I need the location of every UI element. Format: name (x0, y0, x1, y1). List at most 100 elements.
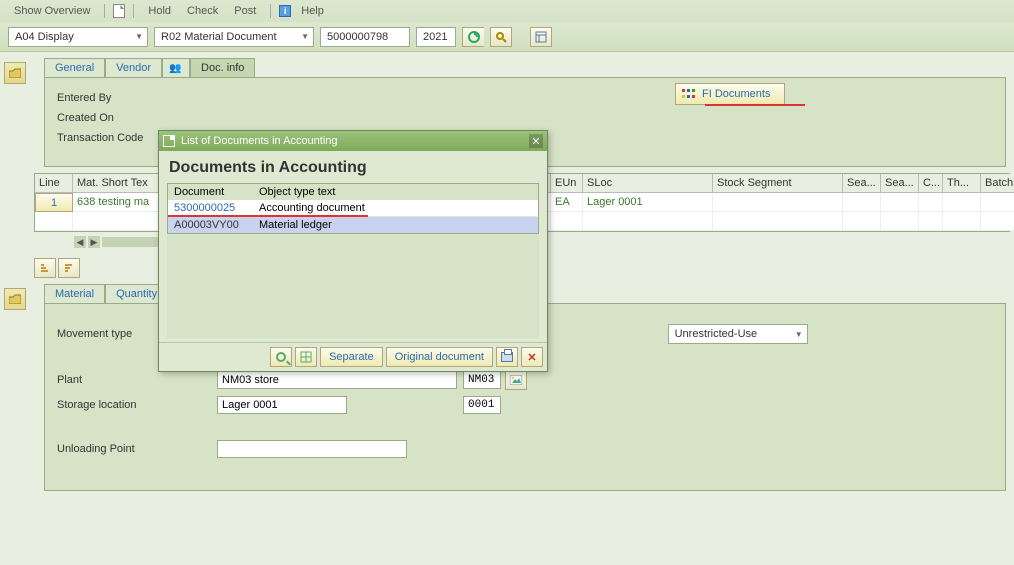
menu-hold[interactable]: Hold (142, 5, 177, 17)
deselect-all-button[interactable] (295, 347, 317, 367)
popup-titlebar[interactable]: List of Documents in Accounting ✕ (159, 131, 547, 151)
col-c[interactable]: C... (919, 174, 943, 193)
separator (104, 4, 105, 18)
scroll-left-icon[interactable]: ◀ (74, 236, 86, 248)
col-batch[interactable]: Batch (981, 174, 1014, 193)
popup-row-1-obj: Accounting document (253, 200, 538, 216)
scroll-right-icon[interactable]: ▶ (88, 236, 100, 248)
year-field[interactable]: 2021 (416, 27, 456, 47)
magnifier-icon (276, 352, 286, 362)
row1-sea2[interactable] (881, 193, 919, 212)
accounting-docs-popup: List of Documents in Accounting ✕ Docume… (158, 130, 548, 372)
menu-check[interactable]: Check (181, 5, 224, 17)
refdoc-dropdown[interactable]: R02 Material Document (154, 27, 314, 47)
label-entered-by: Entered By (57, 92, 167, 104)
selection-toolbar: A04 Display R02 Material Document 500000… (0, 22, 1014, 52)
popup-row-2[interactable]: A00003VY00 Material ledger (168, 217, 538, 233)
new-doc-icon[interactable] (113, 4, 125, 18)
popup-table-header: Document Object type text (168, 184, 538, 200)
tab-material[interactable]: Material (44, 284, 105, 303)
row1-batch[interactable] (981, 193, 1014, 212)
sort-desc-button[interactable] (58, 258, 80, 278)
popup-heading: Documents in Accounting (167, 159, 539, 183)
tab-vendor[interactable]: Vendor (105, 58, 162, 77)
col-sloc[interactable]: SLoc (583, 174, 713, 193)
row1-th[interactable] (943, 193, 981, 212)
col-eun[interactable]: EUn (551, 174, 583, 193)
popup-body: Documents in Accounting Document Object … (159, 151, 547, 342)
popup-title: List of Documents in Accounting (181, 135, 338, 147)
row-sloc: Storage location Lager 0001 0001 (57, 396, 993, 414)
docnum-field[interactable]: 5000000798 (320, 27, 410, 47)
popup-empty-area (167, 234, 539, 338)
popup-footer: Separate Original document ✕ (159, 342, 547, 371)
original-document-button[interactable]: Original document (386, 347, 493, 367)
col-sea2[interactable]: Sea... (881, 174, 919, 193)
stock-type-dropdown[interactable]: Unrestricted-Use (668, 324, 808, 344)
row-plant: Plant NM03 store NM03 (57, 370, 993, 390)
popup-close-button[interactable]: ✕ (529, 134, 543, 148)
label-tcode: Transaction Code (57, 132, 167, 144)
info-icon: i (279, 5, 291, 17)
col-line[interactable]: Line (35, 174, 73, 193)
popup-row-2-doc: A00003VY00 (168, 217, 253, 233)
row1-c[interactable] (919, 193, 943, 212)
tab-general[interactable]: General (44, 58, 105, 77)
popup-col-objecttype[interactable]: Object type text (253, 184, 538, 200)
partner-icon (169, 62, 183, 72)
row1-shorttext[interactable]: 638 testing ma (73, 193, 161, 212)
row1-sea1[interactable] (843, 193, 881, 212)
label-storage-location: Storage location (57, 399, 217, 411)
popup-col-document[interactable]: Document (168, 184, 253, 200)
row2-line (35, 212, 73, 231)
popup-table: Document Object type text 5300000025 Acc… (167, 183, 539, 234)
layout-icon[interactable] (530, 27, 552, 47)
tab-docinfo[interactable]: Doc. info (190, 58, 255, 77)
col-shorttext[interactable]: Mat. Short Tex (73, 174, 161, 193)
popup-row-1[interactable]: 5300000025 Accounting document (168, 200, 538, 216)
collapse-header-icon[interactable] (4, 62, 26, 84)
menu-show-overview[interactable]: Show Overview (8, 5, 96, 17)
unloading-point-field (217, 440, 407, 458)
col-th[interactable]: Th... (943, 174, 981, 193)
popup-row-1-doc: 5300000025 (168, 200, 253, 216)
execute-icon[interactable] (462, 27, 484, 47)
plant-code-field: NM03 (463, 371, 501, 389)
action-dropdown[interactable]: A04 Display (8, 27, 148, 47)
popup-title-icon (163, 135, 175, 147)
popup-row-2-obj: Material ledger (253, 217, 538, 233)
find-icon[interactable] (490, 27, 512, 47)
fi-documents-label: FI Documents (702, 88, 770, 100)
sloc-code-field: 0001 (463, 396, 501, 414)
annotation-underline (705, 104, 805, 106)
sort-asc-button[interactable] (34, 258, 56, 278)
row1-line[interactable]: 1 (35, 193, 73, 212)
label-created-on: Created On (57, 112, 167, 124)
col-sea1[interactable]: Sea... (843, 174, 881, 193)
select-all-button[interactable] (270, 347, 292, 367)
menu-help[interactable]: Help (295, 5, 330, 17)
cancel-button[interactable]: ✕ (521, 347, 543, 367)
menubar: Show Overview Hold Check Post i Help (0, 0, 1014, 22)
separator (133, 4, 134, 18)
sloc-name-field: Lager 0001 (217, 396, 347, 414)
row1-eun[interactable]: EA (551, 193, 583, 212)
plant-picture-button[interactable] (505, 370, 527, 390)
tab-partner-icon[interactable] (162, 58, 190, 77)
printer-icon (501, 352, 513, 362)
row-unloading: Unloading Point (57, 440, 993, 458)
row1-stockseg[interactable] (713, 193, 843, 212)
header-tabs: General Vendor Doc. info (44, 58, 1010, 77)
label-plant: Plant (57, 374, 217, 386)
plant-name-field: NM03 store (217, 371, 457, 389)
fi-documents-button[interactable]: FI Documents (675, 83, 785, 105)
label-unloading-point: Unloading Point (57, 443, 217, 455)
collapse-detail-icon[interactable] (4, 288, 26, 310)
fi-grid-icon (682, 89, 696, 99)
col-stockseg[interactable]: Stock Segment (713, 174, 843, 193)
separate-button[interactable]: Separate (320, 347, 383, 367)
menu-post[interactable]: Post (228, 5, 262, 17)
row1-sloc[interactable]: Lager 0001 (583, 193, 713, 212)
separator (270, 4, 271, 18)
print-button[interactable] (496, 347, 518, 367)
